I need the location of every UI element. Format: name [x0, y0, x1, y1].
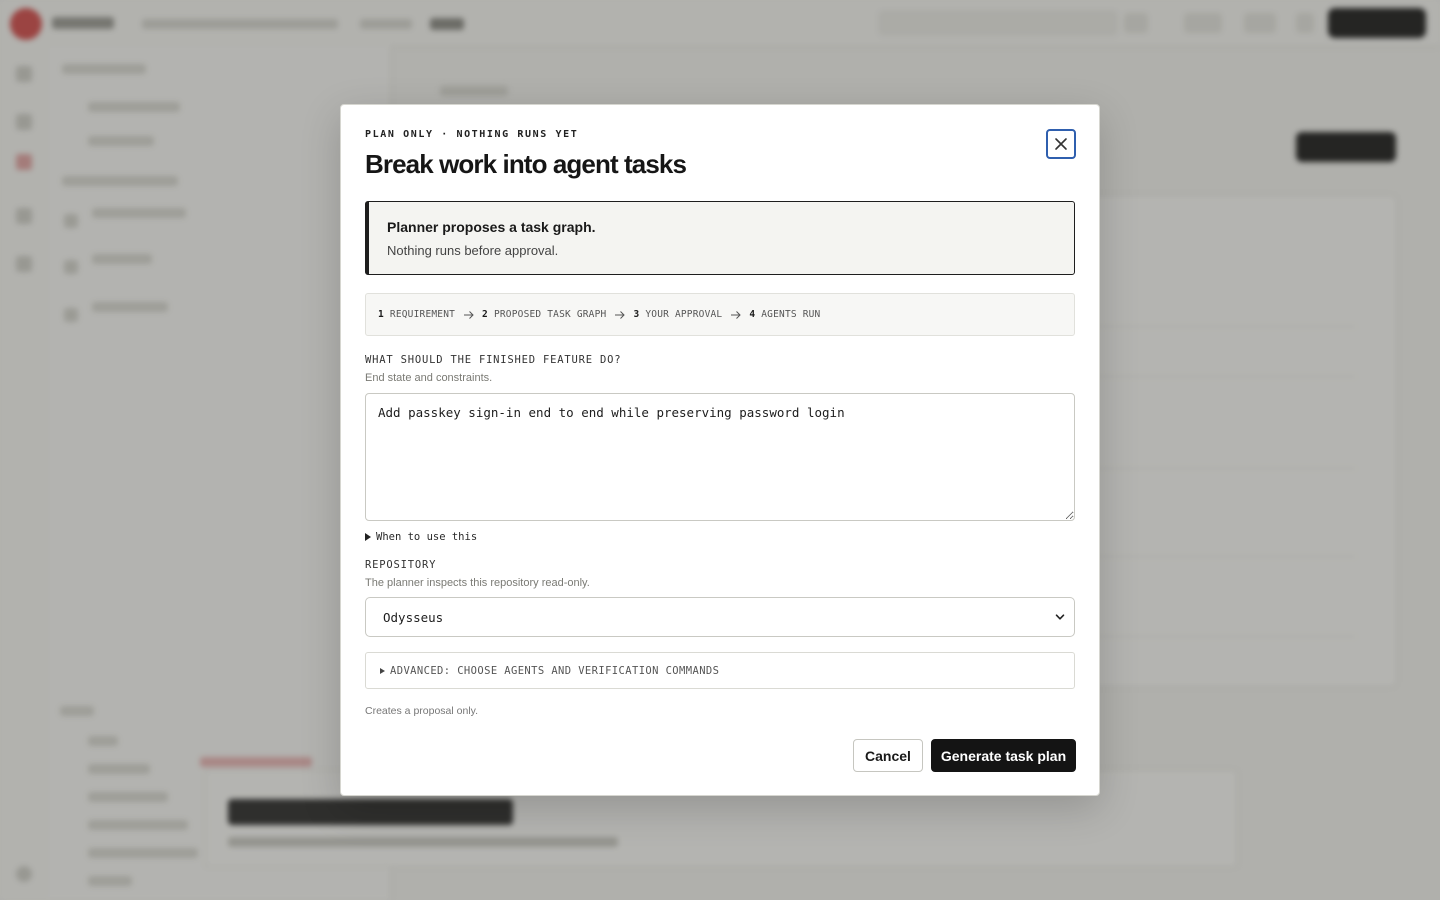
- step-label: AGENTS RUN: [761, 309, 821, 320]
- repository-label: REPOSITORY: [365, 559, 437, 571]
- disclosure-triangle-icon: [365, 533, 371, 541]
- notice-body: Nothing runs before approval.: [387, 243, 559, 258]
- advanced-options-toggle[interactable]: ADVANCED: CHOOSE AGENTS AND VERIFICATION…: [365, 652, 1075, 689]
- proposal-footnote: Creates a proposal only.: [365, 705, 479, 717]
- repository-help: The planner inspects this repository rea…: [365, 577, 590, 589]
- step-number: 1: [378, 309, 384, 320]
- step-number: 2: [482, 309, 488, 320]
- when-to-use-toggle[interactable]: When to use this: [365, 531, 477, 543]
- requirement-textarea[interactable]: Add passkey sign-in end to end while pre…: [365, 393, 1075, 521]
- step-number: 4: [749, 309, 756, 320]
- step-label: REQUIREMENT: [389, 309, 456, 320]
- close-icon: [1055, 138, 1067, 150]
- step-number: 3: [633, 309, 640, 320]
- arrow-right-icon: [615, 310, 626, 319]
- planner-notice: Planner proposes a task graph. Nothing r…: [365, 201, 1075, 275]
- when-to-use-label: When to use this: [376, 531, 478, 543]
- cancel-button[interactable]: Cancel: [853, 739, 923, 772]
- repository-selected-value: Odysseus: [383, 609, 444, 625]
- notice-title: Planner proposes a task graph.: [387, 219, 596, 235]
- requirement-label: WHAT SHOULD THE FINISHED FEATURE DO?: [365, 354, 622, 366]
- requirement-help: End state and constraints.: [365, 372, 493, 384]
- disclosure-triangle-icon: [380, 667, 385, 674]
- close-button[interactable]: [1046, 129, 1076, 159]
- step-label: YOUR APPROVAL: [645, 309, 723, 320]
- step-your-approval: 3 YOUR APPROVAL: [633, 309, 722, 320]
- step-agents-run: 4 AGENTS RUN: [749, 309, 820, 320]
- step-requirement: 1 REQUIREMENT: [378, 309, 455, 320]
- dialog-title: Break work into agent tasks: [365, 149, 687, 179]
- arrow-right-icon: [731, 310, 742, 319]
- chevron-down-icon: [1055, 614, 1065, 620]
- task-plan-dialog: PLAN ONLY · NOTHING RUNS YET Break work …: [340, 104, 1100, 796]
- step-label: PROPOSED TASK GRAPH: [493, 309, 607, 320]
- advanced-options-label: ADVANCED: CHOOSE AGENTS AND VERIFICATION…: [390, 664, 720, 677]
- generate-task-plan-button[interactable]: Generate task plan: [931, 739, 1076, 772]
- arrow-right-icon: [464, 310, 474, 319]
- step-proposed-task-graph: 2 PROPOSED TASK GRAPH: [482, 309, 606, 320]
- workflow-steps: 1 REQUIREMENT 2 PROPOSED TASK GRAPH 3 YO…: [365, 293, 1075, 336]
- dialog-eyebrow: PLAN ONLY · NOTHING RUNS YET: [365, 129, 579, 140]
- repository-select[interactable]: Odysseus: [365, 597, 1075, 637]
